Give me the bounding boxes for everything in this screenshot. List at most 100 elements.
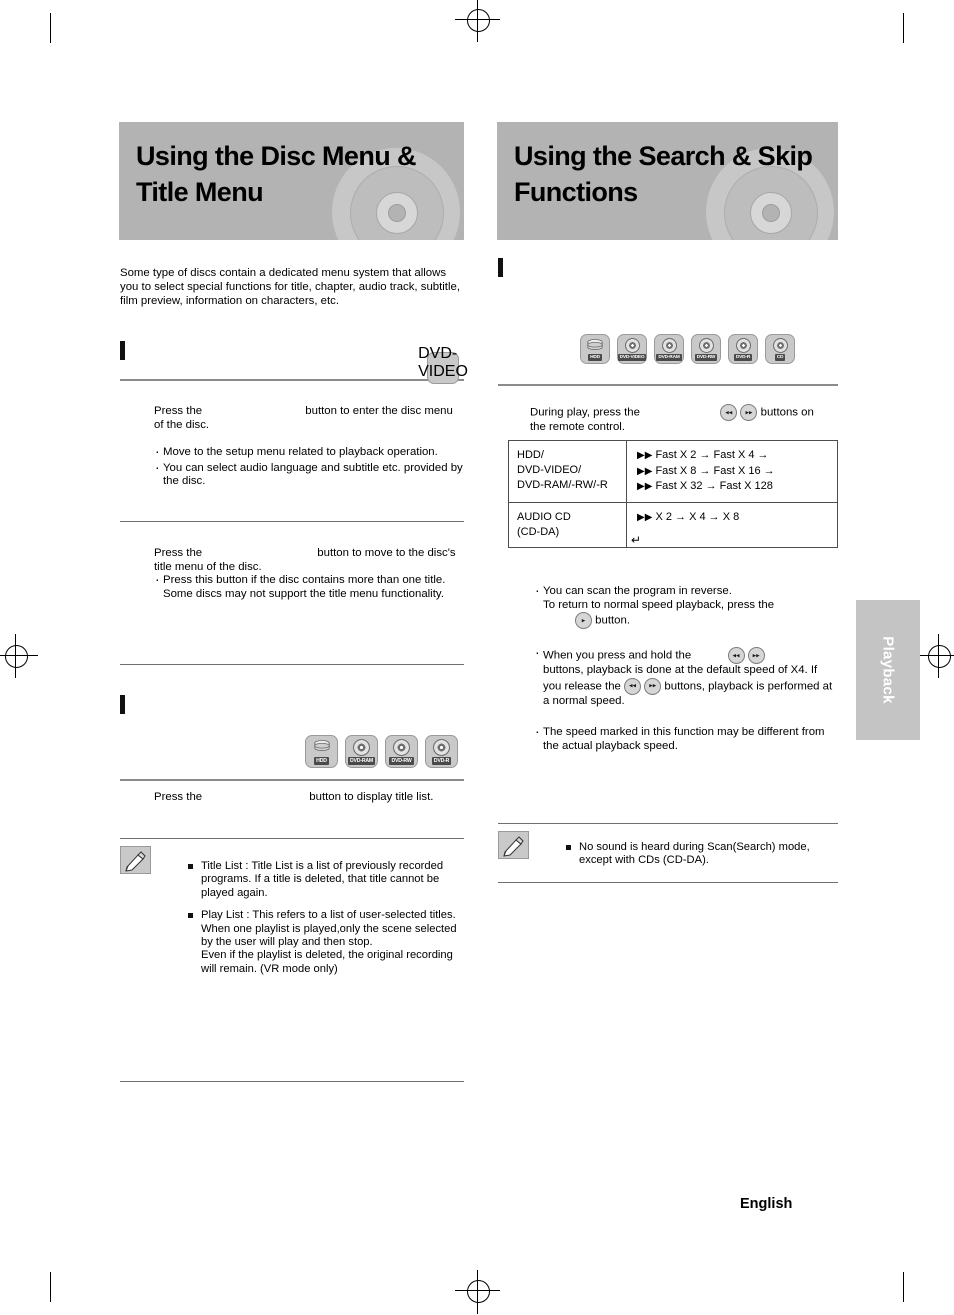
fast-forward-button-icon[interactable]: ▸▸ — [740, 404, 758, 421]
title-menu-press-text: Press the — [154, 547, 203, 559]
divider-1 — [120, 521, 464, 522]
divider-right-1 — [498, 384, 838, 386]
note-icon-box — [120, 846, 151, 874]
list-item: Play List : This refers to a list of use… — [188, 909, 460, 976]
playback-speed-table: HDD/ DVD-VIDEO/ DVD-RAM/-RW/-R ▶▶ Fast X… — [508, 440, 838, 548]
table-cell-label: HDD/ DVD-VIDEO/ DVD-RAM/-RW/-R — [509, 441, 627, 502]
title-menu-bullets: Press this button if the disc contains m… — [154, 573, 464, 603]
chip-label: DVD-RW — [694, 354, 718, 361]
footer-language: English — [740, 1196, 793, 1212]
title-list-instruction: Press the button to display title list. — [154, 791, 464, 805]
list-item: Title List : Title List is a list of pre… — [188, 860, 460, 900]
registration-target-left — [5, 645, 28, 668]
right-chips: HDD DVD-VIDEO DVD-RAM DVD-RW DVD-R CD — [580, 334, 795, 364]
chip-hdd: HDD — [580, 334, 610, 364]
disc-icon — [772, 338, 788, 353]
divider-5 — [120, 1081, 464, 1082]
note-icon-box — [498, 831, 529, 859]
pencil-icon — [125, 851, 146, 872]
title-list-section-bar — [120, 695, 464, 715]
divider-4 — [120, 838, 464, 839]
crop-mark-top-right — [903, 13, 904, 43]
registration-cross-top-v — [477, 0, 478, 42]
play-button-icon[interactable]: ▸ — [575, 612, 592, 630]
disc-menu-press-text: Press the — [154, 405, 203, 417]
chip-label: DVD-RAM — [656, 354, 682, 361]
speed-line: X 2 → X 4 → X 8 — [655, 510, 740, 523]
chip-hdd: HDD — [305, 735, 338, 768]
list-item: You can select audio language and subtit… — [154, 461, 464, 489]
rewind-button-icon[interactable]: ◂◂ — [727, 647, 745, 665]
table-row: AUDIO CD (CD-DA) ▶▶ X 2 → X 4 → X 8 ↵ — [509, 502, 837, 547]
disc-icon — [624, 338, 640, 353]
loop-arrow-icon: ↵ — [631, 532, 642, 547]
divider-2 — [120, 664, 464, 665]
chip-label: DVD-VIDEO — [418, 345, 468, 380]
title-menu-press-text-2: button to move to the disc's — [317, 547, 456, 559]
section-tick — [498, 258, 503, 277]
title-list-chips: HDD DVD-RAM DVD-RW DVD-R — [305, 735, 458, 768]
chip-cd: CD — [765, 334, 795, 364]
chip-label: DVD-R — [733, 354, 753, 361]
list-item: When you press and hold the ◂◂ ▸▸ button… — [534, 646, 838, 708]
rewind-button-icon[interactable]: ◂◂ — [624, 677, 642, 695]
list-item: No sound is heard during Scan(Search) mo… — [566, 841, 838, 868]
disc-icon — [393, 739, 410, 756]
chip-label: DVD-RAM — [347, 757, 376, 765]
list-item: Press this button if the disc contains m… — [154, 573, 464, 601]
chip-label: HDD — [314, 757, 329, 765]
speed-line: Fast X 8 → Fast X 16 → — [655, 464, 775, 477]
disc-icon — [433, 739, 450, 756]
right-intro-text-a: During play, press the — [530, 406, 640, 419]
hdd-icon — [313, 740, 330, 751]
title-list-press-text: Press the — [154, 791, 203, 803]
table-cell-values: ▶▶ X 2 → X 4 → X 8 ↵ — [631, 510, 740, 547]
registration-cross-left-v — [15, 634, 16, 678]
chip-label: CD — [774, 354, 786, 361]
list-item: The speed marked in this function may be… — [534, 725, 838, 753]
rewind-button-icon[interactable]: ◂◂ — [720, 404, 738, 421]
right-intro: During play, press the ◂◂ ▸▸ buttons on … — [530, 404, 838, 435]
divider-right-2 — [498, 823, 838, 824]
crop-mark-top-left — [50, 13, 51, 43]
right-bullets: You can scan the program in reverse. To … — [534, 584, 838, 756]
table-row: HDD/ DVD-VIDEO/ DVD-RAM/-RW/-R ▶▶ Fast X… — [509, 441, 837, 503]
speed-line: Fast X 2 → Fast X 4 → — [655, 449, 769, 461]
registration-cross-right-h — [916, 655, 954, 656]
disc-menu-bullets: Move to the setup menu related to playba… — [154, 445, 464, 491]
chip-dvd-r: DVD-R — [425, 735, 458, 768]
divider-3 — [120, 779, 464, 781]
disc-menu-press-text-2: button to enter the disc menu — [305, 405, 453, 417]
disc-icon — [698, 338, 714, 353]
disc-menu-section-bar — [120, 341, 464, 381]
right-intro-text-c: the remote control. — [530, 421, 625, 433]
chip-label: HDD — [588, 354, 602, 361]
disc-icon — [735, 338, 751, 353]
divider-right-3 — [498, 882, 838, 883]
chip-dvd-rw: DVD-RW — [691, 334, 721, 364]
registration-cross-bottom-v — [477, 1270, 478, 1314]
fast-forward-button-icon[interactable]: ▸▸ — [747, 647, 765, 665]
disc-menu-instruction: Press the button to enter the disc menu … — [154, 405, 464, 433]
table-cell-values: ▶▶ Fast X 2 → Fast X 4 → ▶▶ Fast X 8 → F… — [637, 449, 775, 492]
fast-forward-button-icon[interactable]: ▸▸ — [644, 677, 662, 695]
title-menu-instruction: Press the button to move to the disc's t… — [154, 547, 464, 575]
left-page-title: Using the Disc Menu & Title Menu — [136, 141, 417, 208]
hdd-icon — [587, 339, 603, 350]
section-tick — [120, 341, 125, 360]
side-tab-label: Playback — [879, 636, 897, 704]
section-rule — [120, 379, 464, 381]
chip-label: DVD-VIDEO — [617, 354, 647, 361]
registration-target-top — [467, 9, 490, 32]
section-tick — [120, 695, 125, 714]
registration-cross-right-v — [938, 634, 939, 678]
chip-dvd-rw: DVD-RW — [385, 735, 418, 768]
chip-label: DVD-R — [431, 757, 452, 765]
right-note-text: No sound is heard during Scan(Search) mo… — [566, 841, 838, 877]
registration-target-bottom — [467, 1280, 490, 1303]
registration-target-right — [928, 645, 951, 668]
chip-label: DVD-RW — [389, 757, 414, 765]
disc-icon — [661, 338, 677, 353]
chip-dvd-r: DVD-R — [728, 334, 758, 364]
registration-cross-left-h — [0, 655, 38, 656]
